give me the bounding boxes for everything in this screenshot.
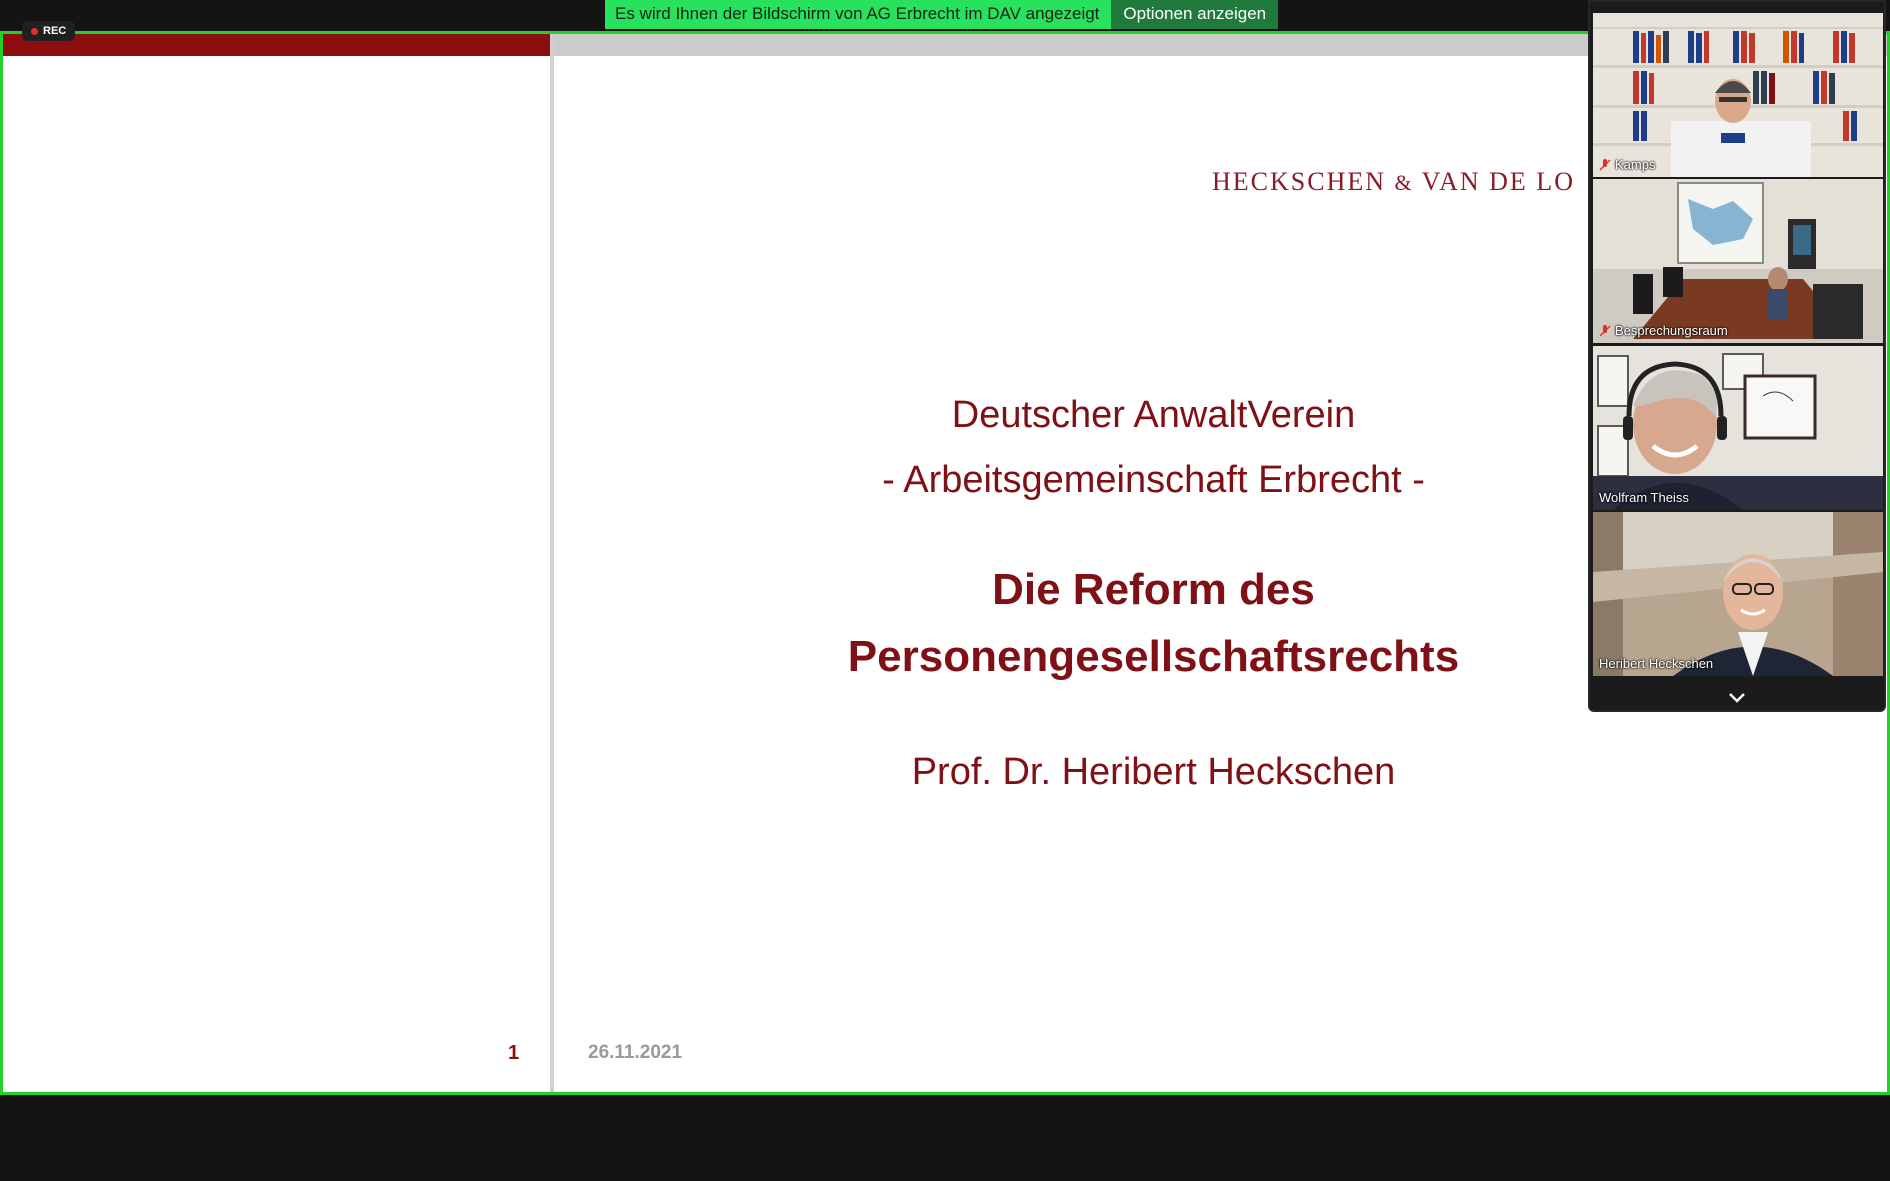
screen-share-banner: Es wird Ihnen der Bildschirm von AG Erbr… <box>605 0 1279 29</box>
slide-red-bar <box>3 34 550 56</box>
bottom-area <box>0 1095 1890 1181</box>
firm-logo: HECKSCHEN & VAN DE LO <box>1212 167 1575 197</box>
zoom-meeting-window: Es wird Ihnen der Bildschirm von AG Erbr… <box>0 0 1890 1181</box>
slide-page-number: 1 <box>508 1042 520 1064</box>
view-options-button[interactable]: Optionen anzeigen <box>1111 0 1279 29</box>
firm-name-2: VAN DE LO <box>1421 167 1575 196</box>
slide-working-group: - Arbeitsgemeinschaft Erbrecht - <box>882 459 1425 501</box>
firm-ampersand: & <box>1394 170 1414 195</box>
participant-tile[interactable]: Besprechungsraum <box>1593 179 1883 343</box>
mic-muted-icon <box>1599 158 1611 171</box>
participant-tile[interactable]: Kamps <box>1593 13 1883 177</box>
participant-video <box>1593 179 1883 343</box>
participant-label: Besprechungsraum <box>1599 323 1728 338</box>
participant-video <box>1593 512 1883 676</box>
record-dot-icon <box>31 27 38 35</box>
participant-name: Kamps <box>1615 157 1656 172</box>
recording-badge[interactable]: REC <box>22 21 76 41</box>
participant-name: Besprechungsraum <box>1615 323 1728 338</box>
participant-tile[interactable]: Wolfram Theiss <box>1593 346 1883 510</box>
participant-name: Heribert Heckschen <box>1599 656 1714 671</box>
chevron-down-icon[interactable] <box>1726 690 1748 706</box>
participant-label: Kamps <box>1599 157 1655 172</box>
participant-name: Wolfram Theiss <box>1599 490 1689 505</box>
slide-author: Prof. Dr. Heribert Heckschen <box>911 751 1396 793</box>
slide-org: Deutscher AnwaltVerein <box>951 394 1356 436</box>
participant-gallery: Kamps Besprechungsraum Wolfram Theiss He… <box>1588 0 1886 712</box>
slide-date: 26.11.2021 <box>588 1042 683 1063</box>
recording-label: REC <box>43 25 67 37</box>
slide-title-line-1: Die Reform des <box>992 565 1315 614</box>
slide-left-panel <box>3 34 550 1092</box>
firm-name: HECKSCHEN <box>1212 167 1387 196</box>
share-message: Es wird Ihnen der Bildschirm von AG Erbr… <box>605 0 1112 29</box>
slide-title-line-2: Personengesellschaftsrechts <box>847 632 1460 681</box>
participant-video <box>1593 346 1883 510</box>
participant-tile[interactable]: Heribert Heckschen <box>1593 512 1883 676</box>
participant-video <box>1593 13 1883 177</box>
participant-label: Wolfram Theiss <box>1599 490 1689 505</box>
participant-label: Heribert Heckschen <box>1599 656 1713 671</box>
mic-muted-icon <box>1599 324 1611 337</box>
